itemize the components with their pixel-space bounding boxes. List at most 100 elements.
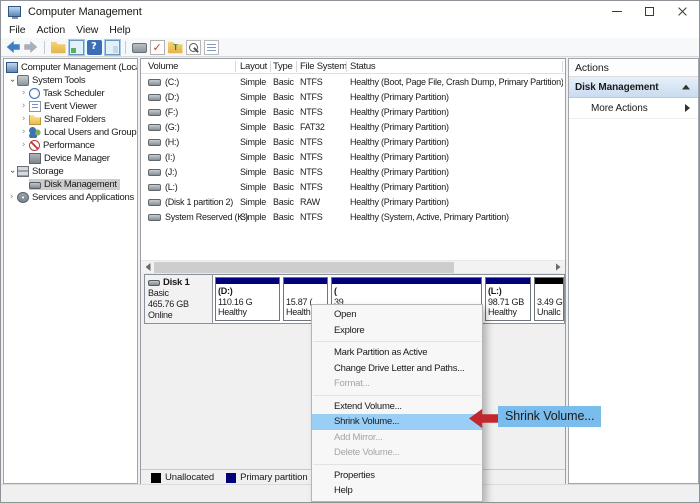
context-menu-item[interactable]: Explore xyxy=(312,323,482,339)
tree-item[interactable]: Performance xyxy=(18,139,137,152)
context-menu-item[interactable]: Open xyxy=(312,307,482,323)
tree-item[interactable]: Task Scheduler xyxy=(18,87,137,100)
tree-chevron-icon[interactable] xyxy=(18,114,29,125)
volume-row[interactable]: (H:) Simple Basic NTFS Healthy (Primary … xyxy=(141,135,565,150)
back-arrow-icon[interactable] xyxy=(6,40,21,55)
menubar-item[interactable]: File xyxy=(9,24,26,36)
partition-box[interactable]: 3.49 G Unallc xyxy=(534,277,564,321)
volume-name: (D:) xyxy=(165,92,179,102)
device-icon[interactable] xyxy=(132,43,147,53)
export-folder-icon[interactable] xyxy=(51,40,66,55)
context-menu-item[interactable]: Extend Volume... xyxy=(312,399,482,415)
menubar-item[interactable]: View xyxy=(76,24,98,36)
context-menu-item[interactable]: Mark Partition as Active xyxy=(312,345,482,361)
tree-item[interactable]: Disk Management xyxy=(18,178,137,191)
tree-chevron-icon[interactable] xyxy=(6,166,17,177)
volume-icon xyxy=(148,79,161,86)
more-actions-item[interactable]: More Actions xyxy=(569,98,698,119)
context-menu-item[interactable]: Properties xyxy=(312,468,482,484)
column-divider[interactable] xyxy=(270,61,271,72)
tree-item[interactable]: Storage xyxy=(6,165,137,178)
forward-arrow-icon[interactable] xyxy=(24,40,39,55)
toolbar-button[interactable] xyxy=(202,40,220,55)
title-bar: Computer Management xyxy=(1,1,699,22)
context-menu-item[interactable]: Format... xyxy=(312,376,482,392)
show-console-tree-icon[interactable] xyxy=(69,40,84,55)
toolbar-button[interactable] xyxy=(4,40,22,55)
tree-item[interactable]: Event Viewer xyxy=(18,100,137,113)
column-divider[interactable] xyxy=(562,61,563,72)
toolbar-button[interactable] xyxy=(85,40,103,55)
collapse-icon[interactable] xyxy=(682,85,690,90)
partition-box[interactable]: (L:) 98.71 GB Healthy xyxy=(485,277,531,321)
tree-chevron-icon[interactable] xyxy=(18,101,29,112)
toolbar-button[interactable] xyxy=(184,40,202,55)
tree-chevron-icon[interactable] xyxy=(18,127,29,138)
tree-item[interactable]: Computer Management (Local xyxy=(3,61,137,74)
maximize-button[interactable] xyxy=(633,1,666,22)
menubar-item[interactable]: Help xyxy=(109,24,130,36)
toolbar-button[interactable] xyxy=(166,40,184,55)
scroll-left-button[interactable] xyxy=(141,261,155,273)
checklist-icon[interactable] xyxy=(150,40,165,55)
column-header-layout[interactable]: Layout xyxy=(240,61,267,72)
toolbar-button[interactable] xyxy=(22,40,40,55)
tree-chevron-icon[interactable] xyxy=(6,75,17,86)
tree-item-label: Services and Applications xyxy=(32,192,134,203)
toolbar-button[interactable] xyxy=(121,41,130,54)
tree-item[interactable]: Device Manager xyxy=(18,152,137,165)
tree-item[interactable]: Shared Folders xyxy=(18,113,137,126)
context-menu-item[interactable]: Shrink Volume... xyxy=(312,414,482,430)
tree-item[interactable]: System Tools xyxy=(6,74,137,87)
scroll-right-button[interactable] xyxy=(551,261,565,273)
toolbar-button[interactable] xyxy=(148,40,166,55)
toolbar-button[interactable] xyxy=(103,40,121,55)
volume-row[interactable]: (J:) Simple Basic NTFS Healthy (Primary … xyxy=(141,165,565,180)
menubar-item[interactable]: Action xyxy=(37,24,66,36)
column-header-status[interactable]: Status xyxy=(350,61,563,72)
upload-folder-icon[interactable] xyxy=(168,40,183,55)
volume-status: Healthy (Primary Partition) xyxy=(350,152,563,162)
close-button[interactable] xyxy=(666,1,699,22)
column-divider[interactable] xyxy=(296,61,297,72)
tree-chevron-icon[interactable] xyxy=(6,192,17,203)
minimize-button[interactable] xyxy=(600,1,633,22)
show-action-pane-icon[interactable] xyxy=(105,40,120,55)
column-divider[interactable] xyxy=(346,61,347,72)
column-header-volume[interactable]: Volume xyxy=(148,61,178,72)
help-icon[interactable] xyxy=(87,40,102,55)
volume-row[interactable]: (C:) Simple Basic NTFS Healthy (Boot, Pa… xyxy=(141,75,565,90)
volume-row[interactable]: System Reserved (K:) Simple Basic NTFS H… xyxy=(141,210,565,225)
toolbar-button[interactable] xyxy=(40,41,49,54)
toolbar-button[interactable] xyxy=(49,40,67,55)
volume-row[interactable]: (I:) Simple Basic NTFS Healthy (Primary … xyxy=(141,150,565,165)
partition-name: (D:) xyxy=(218,286,277,297)
volume-row[interactable]: (G:) Simple Basic FAT32 Healthy (Primary… xyxy=(141,120,565,135)
column-header-type[interactable]: Type xyxy=(273,61,293,72)
context-menu-item[interactable]: Delete Volume... xyxy=(312,445,482,461)
volume-row[interactable]: (F:) Simple Basic NTFS Healthy (Primary … xyxy=(141,105,565,120)
disk-label[interactable]: Disk 1 Basic 465.76 GB Online xyxy=(145,275,213,323)
context-menu-item[interactable]: Change Drive Letter and Paths... xyxy=(312,361,482,377)
volume-row[interactable]: (L:) Simple Basic NTFS Healthy (Primary … xyxy=(141,180,565,195)
tree-item[interactable]: Local Users and Groups xyxy=(18,126,137,139)
search-icon[interactable] xyxy=(186,40,201,55)
partition-box[interactable]: (D:) 110.16 G Healthy xyxy=(215,277,280,321)
volume-row[interactable]: (D:) Simple Basic NTFS Healthy (Primary … xyxy=(141,90,565,105)
tree-item[interactable]: Services and Applications xyxy=(6,191,137,204)
tree-item-label: Disk Management xyxy=(44,179,117,190)
volume-layout: Simple xyxy=(240,77,266,87)
column-divider[interactable] xyxy=(235,61,236,72)
tree-chevron-icon[interactable] xyxy=(18,88,29,99)
horizontal-scrollbar[interactable] xyxy=(141,260,565,274)
toolbar-button[interactable] xyxy=(130,41,148,53)
properties-icon[interactable] xyxy=(204,40,219,55)
tree-chevron-icon[interactable] xyxy=(18,140,29,151)
toolbar-button[interactable] xyxy=(67,40,85,55)
volume-row[interactable]: (Disk 1 partition 2) Simple Basic RAW He… xyxy=(141,195,565,210)
actions-section-disk-management[interactable]: Disk Management xyxy=(569,77,698,98)
context-menu-item[interactable]: Add Mirror... xyxy=(312,430,482,446)
scrollbar-thumb[interactable] xyxy=(154,262,454,273)
column-header-file-system[interactable]: File System xyxy=(300,61,347,72)
context-menu-item[interactable]: Help xyxy=(312,483,482,499)
